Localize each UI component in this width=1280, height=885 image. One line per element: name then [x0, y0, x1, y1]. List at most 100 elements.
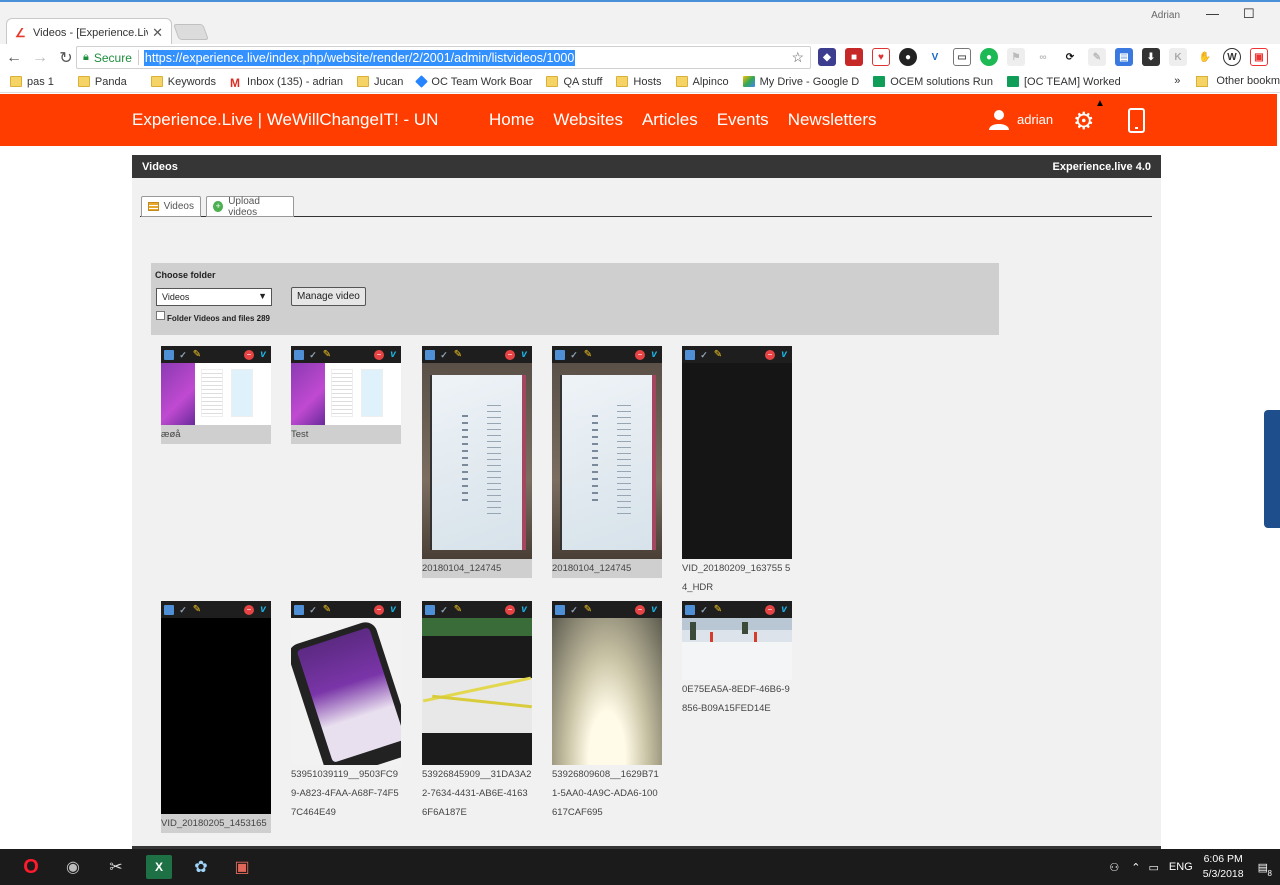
- bookmark-item[interactable]: M Inbox (135) - adrian: [230, 76, 343, 91]
- delete-icon[interactable]: −: [244, 604, 254, 615]
- nav-home[interactable]: Home: [489, 110, 534, 130]
- network-icon[interactable]: ▭: [1148, 861, 1158, 874]
- extension-icon[interactable]: ●: [899, 48, 917, 66]
- save-icon[interactable]: [425, 604, 435, 615]
- check-icon[interactable]: ✓: [308, 350, 318, 360]
- video-thumbnail[interactable]: [422, 363, 532, 559]
- vimeo-icon[interactable]: v: [779, 604, 789, 615]
- recorder-icon[interactable]: ▣: [229, 855, 255, 879]
- delete-icon[interactable]: −: [374, 604, 384, 615]
- vimeo-icon[interactable]: v: [258, 349, 268, 360]
- bookmark-item[interactable]: Jucan: [357, 76, 403, 88]
- select-all-checkbox[interactable]: [156, 311, 165, 320]
- check-icon[interactable]: ✓: [699, 605, 709, 615]
- delete-icon[interactable]: −: [244, 349, 254, 360]
- pocket-icon[interactable]: ♥: [872, 48, 890, 66]
- user-menu[interactable]: adrian: [988, 108, 1053, 130]
- delete-icon[interactable]: −: [635, 604, 645, 615]
- bookmark-item[interactable]: pas 1: [10, 76, 54, 88]
- nav-articles[interactable]: Articles: [642, 110, 698, 130]
- video-card[interactable]: ✓ ✎ − v Test: [291, 346, 401, 444]
- extension-icon[interactable]: ✋: [1196, 48, 1214, 66]
- save-icon[interactable]: [685, 604, 695, 615]
- bookmark-item[interactable]: Hosts: [616, 76, 662, 88]
- extension-icon[interactable]: K: [1169, 48, 1187, 66]
- snipping-tool-icon[interactable]: ✂: [103, 855, 129, 879]
- vimeo-icon[interactable]: v: [519, 604, 529, 615]
- check-icon[interactable]: ✓: [569, 605, 579, 615]
- vimeo-icon[interactable]: v: [779, 349, 789, 360]
- address-bar[interactable]: 🔒︎ Secure https://experience.live/index.…: [76, 46, 811, 69]
- check-icon[interactable]: ✓: [308, 605, 318, 615]
- bookmark-item[interactable]: Alpinco: [675, 76, 729, 88]
- video-thumbnail[interactable]: [161, 363, 271, 425]
- video-card[interactable]: ✓ ✎ − v 53951039119__9503FC9 9-A823-4FAA…: [291, 601, 401, 822]
- video-card[interactable]: ✓ ✎ − v 53926809608__1629B71 1-5AA0-4A9C…: [552, 601, 662, 822]
- bookmark-item[interactable]: Panda: [77, 76, 127, 88]
- feedback-side-tab[interactable]: [1264, 410, 1280, 528]
- save-icon[interactable]: [294, 349, 304, 360]
- browser-tab[interactable]: ∠ Videos - [Experience.Live ✕: [6, 18, 172, 46]
- warning-icon[interactable]: ▲: [1095, 98, 1105, 109]
- delete-icon[interactable]: −: [505, 604, 515, 615]
- edit-icon[interactable]: ✎: [192, 604, 202, 615]
- reload-icon[interactable]: ↻: [54, 48, 78, 68]
- bookmark-item[interactable]: [OC TEAM] Worked: [1006, 76, 1121, 88]
- edit-icon[interactable]: ✎: [322, 349, 332, 360]
- maximize-icon[interactable]: ☐: [1243, 6, 1255, 22]
- vimeo-icon[interactable]: v: [649, 604, 659, 615]
- extension-icon[interactable]: ●: [980, 48, 998, 66]
- check-icon[interactable]: ✓: [178, 605, 188, 615]
- extension-icon[interactable]: V: [926, 48, 944, 66]
- tab-videos[interactable]: Videos: [141, 196, 201, 217]
- check-icon[interactable]: ✓: [439, 350, 449, 360]
- extension-icon[interactable]: ∞: [1034, 48, 1052, 66]
- paint-icon[interactable]: ✿: [188, 855, 214, 879]
- extension-icon[interactable]: ◆: [818, 48, 836, 66]
- save-icon[interactable]: [294, 604, 304, 615]
- delete-icon[interactable]: −: [765, 604, 775, 615]
- video-card[interactable]: ✓ ✎ − v 20180104_124745: [552, 346, 662, 578]
- cast-icon[interactable]: ▭: [953, 48, 971, 66]
- other-bookmarks[interactable]: » Other bookm: [1174, 75, 1280, 87]
- bookmark-star-icon[interactable]: ☆: [791, 49, 804, 66]
- save-icon[interactable]: [164, 604, 174, 615]
- people-icon[interactable]: ⚇: [1109, 861, 1119, 874]
- video-card[interactable]: ✓ ✎ − v VID_20180205_1453165: [161, 601, 271, 833]
- delete-icon[interactable]: −: [505, 349, 515, 360]
- extension-icon[interactable]: ▤: [1115, 48, 1133, 66]
- save-icon[interactable]: [685, 349, 695, 360]
- video-card[interactable]: ✓ ✎ − v 20180104_124745: [422, 346, 532, 578]
- download-icon[interactable]: ⬇: [1142, 48, 1160, 66]
- save-icon[interactable]: [425, 349, 435, 360]
- edit-icon[interactable]: ✎: [583, 604, 593, 615]
- video-thumbnail[interactable]: [552, 363, 662, 559]
- video-thumbnail[interactable]: [291, 363, 401, 425]
- bookmark-item[interactable]: OC Team Work Boar: [415, 75, 532, 88]
- delete-icon[interactable]: −: [635, 349, 645, 360]
- bookmark-item[interactable]: OCEM solutions Run: [873, 76, 993, 88]
- extension-icon[interactable]: W: [1223, 48, 1241, 66]
- edit-icon[interactable]: ✎: [322, 604, 332, 615]
- vimeo-icon[interactable]: v: [388, 604, 398, 615]
- video-thumbnail[interactable]: [161, 618, 271, 814]
- minimize-icon[interactable]: —: [1206, 6, 1219, 21]
- chrome-icon[interactable]: ◉: [60, 855, 86, 879]
- manage-video-button[interactable]: Manage video: [291, 287, 366, 306]
- video-card[interactable]: ✓ ✎ − v æøå: [161, 346, 271, 444]
- vimeo-icon[interactable]: v: [649, 349, 659, 360]
- nav-events[interactable]: Events: [717, 110, 769, 130]
- edit-icon[interactable]: ✎: [453, 604, 463, 615]
- video-card[interactable]: ✓ ✎ − v 53926845909__31DA3A2 2-7634-4431…: [422, 601, 532, 822]
- opera-icon[interactable]: O: [18, 855, 44, 879]
- check-icon[interactable]: ✓: [178, 350, 188, 360]
- tab-close-icon[interactable]: ✕: [152, 25, 163, 41]
- check-icon[interactable]: ✓: [569, 350, 579, 360]
- folder-select[interactable]: Videos ▼: [156, 288, 272, 306]
- extension-icon[interactable]: ⚑: [1007, 48, 1025, 66]
- edit-icon[interactable]: ✎: [192, 349, 202, 360]
- excel-icon[interactable]: X: [146, 855, 172, 879]
- video-thumbnail[interactable]: [682, 618, 792, 680]
- video-thumbnail[interactable]: [552, 618, 662, 765]
- extension-icon[interactable]: ✎: [1088, 48, 1106, 66]
